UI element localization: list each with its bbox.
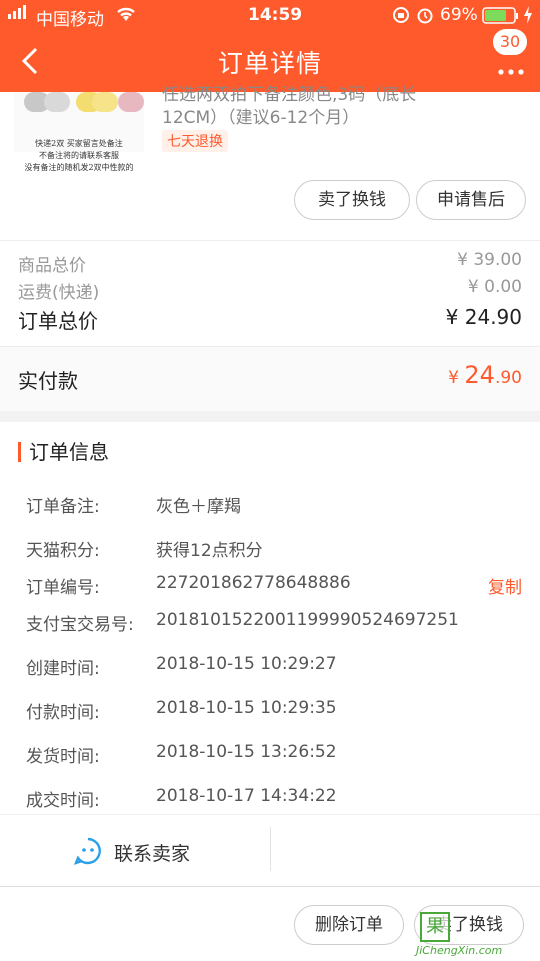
paid-time-value: 2018-10-15 10:29:35 [156,698,337,718]
sell-button[interactable]: 卖了换钱 [294,180,410,220]
shipping-label: 运费(快递) [18,283,100,303]
page-title: 订单详情 [217,49,322,78]
message-count-badge: 30 [492,28,528,56]
alipay-trade-label: 支付宝交易号: [26,615,134,635]
remark-label: 订单备注: [26,497,100,517]
paid-amount-row: 实付款 ¥ 24.90 [0,346,540,411]
order-total-value: ¥ 24.90 [445,305,522,329]
charging-icon [522,5,534,30]
order-info-section: 订单信息 订单备注: 灰色＋摩羯 天猫积分: 获得12点积分 订单编号: 227… [0,422,540,960]
chat-icon [73,837,102,869]
price-summary: 商品总价 ¥ 39.00 运费(快递) ¥ 0.00 订单总价 ¥ 24.90 [0,240,540,357]
watermark-logo: 果 JiChengXin.com [414,906,534,958]
completed-time-label: 成交时间: [26,791,100,811]
delete-order-button[interactable]: 删除订单 [294,905,404,945]
watermark-mark: 果 [420,912,450,942]
points-value: 获得12点积分 [156,541,263,561]
orientation-lock-icon [392,6,410,29]
paid-value: ¥ 24.90 [448,361,522,389]
created-time-value: 2018-10-15 10:29:27 [156,654,337,674]
watermark-text: JiChengXin.com [416,944,503,957]
shipped-time-value: 2018-10-15 13:26:52 [156,742,337,762]
copy-order-number-button[interactable]: 复制 [488,573,522,598]
status-bar: 中国移动 14:59 69% [0,0,540,30]
created-time-label: 创建时间: [26,659,100,679]
remark-value: 灰色＋摩羯 [156,497,241,517]
completed-time-value: 2018-10-17 14:34:22 [156,786,337,806]
divider [270,827,271,871]
carrier-label: 中国移动 [36,10,104,30]
paid-time-label: 付款时间: [26,703,100,723]
order-total-label: 订单总价 [18,309,98,333]
contact-seller-row: 联系卖家 [0,814,540,883]
shipping-value: ¥ 0.00 [467,277,522,297]
order-info-title: 订单信息 [18,442,109,462]
battery-percent: 69% [440,5,478,25]
order-number-label: 订单编号: [26,578,100,598]
points-label: 天猫积分: [26,541,100,561]
wifi-icon [115,5,137,28]
product-name[interactable]: 任选两双拍下备注颜色,3码（底长 12CM）（建议6-12个月） [162,84,522,130]
alarm-icon [416,6,434,29]
after-sale-button[interactable]: 申请售后 [416,180,526,220]
clock-time: 14:59 [248,5,303,25]
thumbnail-caption: 快递2双 买家留言处备注 不备注将的请联系客服 没有备注的随机发2双中性款的 [24,139,134,172]
shipped-time-label: 发货时间: [26,747,100,767]
alipay-trade-value: 2018101522001199990524697251 [156,610,459,630]
nav-bar: 订单详情 30 [0,28,540,92]
order-number-value: 227201862778648886 [156,573,351,593]
contact-seller-button[interactable]: 联系卖家 [0,815,270,883]
return-policy-tag: 七天退换 [162,130,228,152]
battery-icon [482,7,522,30]
contact-seller-label: 联系卖家 [114,843,191,865]
signal-icon [8,5,26,19]
goods-total-value: ¥ 39.00 [457,250,522,270]
paid-label: 实付款 [18,369,78,393]
goods-total-label: 商品总价 [18,256,86,276]
